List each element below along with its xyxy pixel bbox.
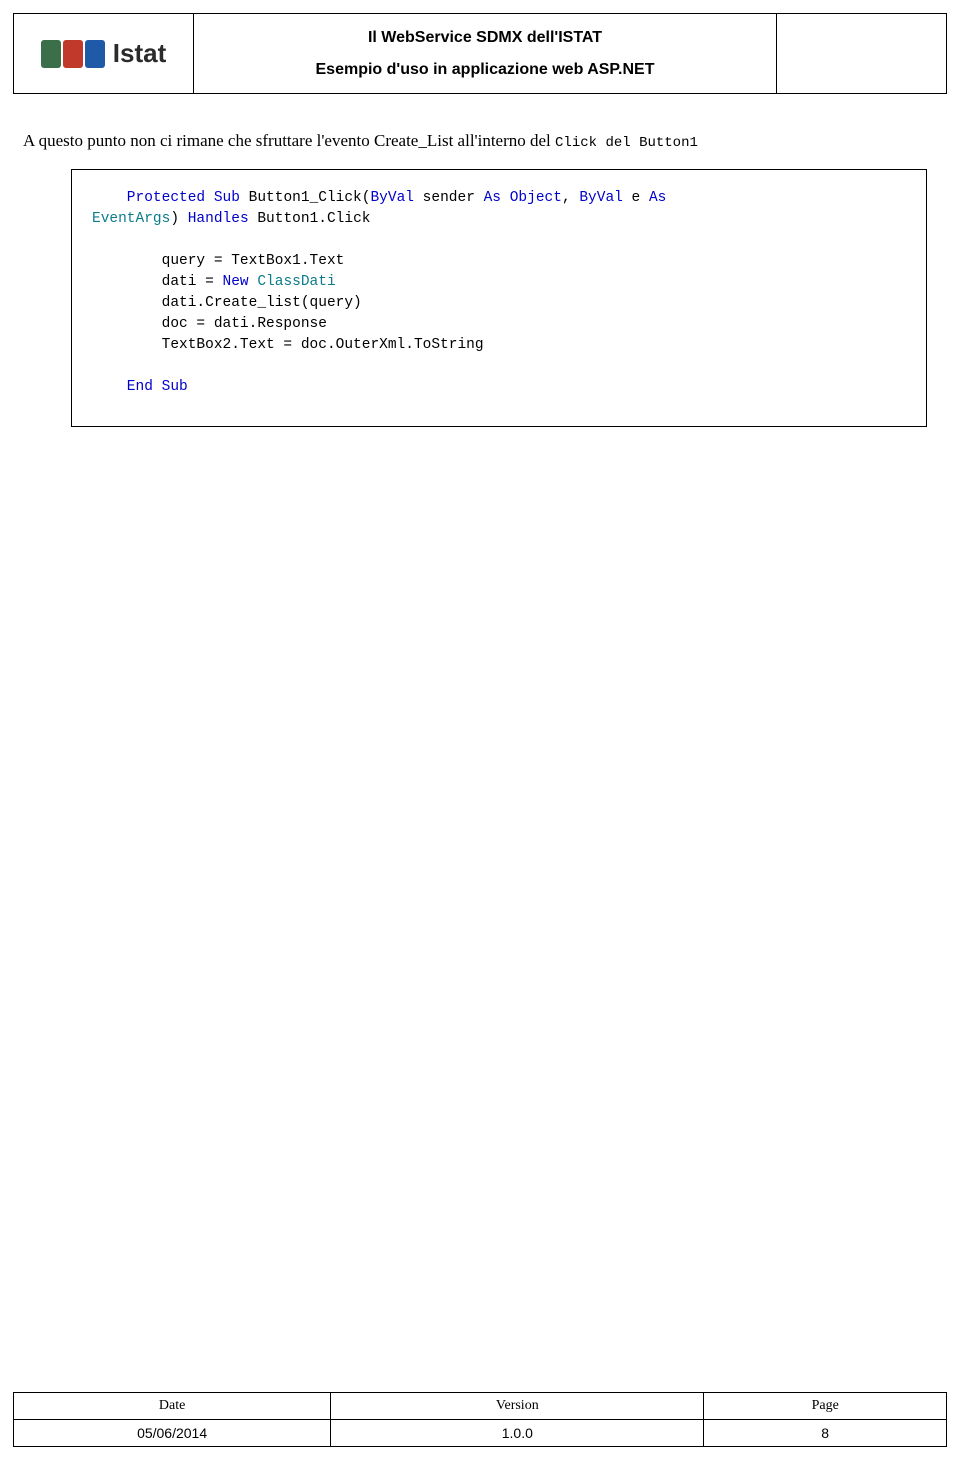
footer-value-page: 8 <box>704 1420 947 1447</box>
logo-text: Istat <box>113 38 166 69</box>
footer-value-version: 1.0.0 <box>331 1420 704 1447</box>
footer-header-date: Date <box>14 1393 331 1420</box>
header-title-cell: Il WebService SDMX dell'ISTAT Esempio d'… <box>194 14 777 94</box>
header-title-2: Esempio d'uso in applicazione web ASP.NE… <box>198 61 772 79</box>
intro-code-2: Button1 <box>639 135 698 151</box>
header-right-cell <box>777 14 947 94</box>
intro-paragraph: A questo punto non ci rimane che sfrutta… <box>23 130 937 153</box>
logo-square-green <box>41 40 61 68</box>
footer-header-version: Version <box>331 1393 704 1420</box>
logo-square-red <box>63 40 83 68</box>
footer: Date Version Page 05/06/2014 1.0.0 8 <box>13 1392 947 1447</box>
header-table: Istat Il WebService SDMX dell'ISTAT Esem… <box>13 13 947 94</box>
logo-cell: Istat <box>14 14 194 94</box>
logo: Istat <box>18 38 189 69</box>
intro-code-1: Click <box>555 135 597 151</box>
intro-text-2: del <box>597 135 639 151</box>
footer-header-page: Page <box>704 1393 947 1420</box>
code-block: Protected Sub Button1_Click(ByVal sender… <box>71 169 927 427</box>
footer-value-date: 05/06/2014 <box>14 1420 331 1447</box>
footer-table: Date Version Page 05/06/2014 1.0.0 8 <box>13 1392 947 1447</box>
intro-text-1: A questo punto non ci rimane che sfrutta… <box>23 131 555 150</box>
logo-square-blue <box>85 40 105 68</box>
header-title-1: Il WebService SDMX dell'ISTAT <box>198 29 772 47</box>
